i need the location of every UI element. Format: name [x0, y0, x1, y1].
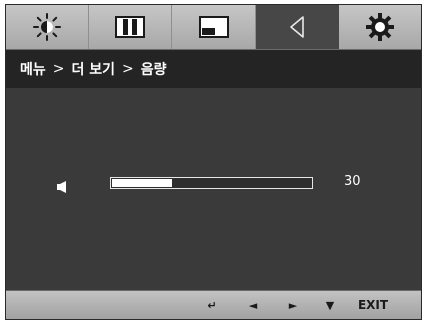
breadcrumb-item-more: 더 보기 — [71, 62, 116, 78]
down-arrow-icon[interactable]: ▼ — [320, 291, 340, 319]
screen-icon — [197, 14, 231, 40]
picture-icon — [113, 14, 147, 40]
breadcrumb: 메뉴 > 더 보기 > 음량 — [6, 50, 421, 88]
volume-slider[interactable] — [110, 177, 313, 189]
tab-sound[interactable] — [255, 5, 339, 49]
bottom-button-bar: ↵ ◄ ► ▼ EXIT — [6, 290, 421, 319]
settings-gear-icon — [364, 11, 396, 43]
exit-button[interactable]: EXIT — [353, 291, 393, 319]
breadcrumb-item-menu: 메뉴 — [20, 62, 46, 78]
brightness-icon — [32, 12, 62, 42]
tab-screen[interactable] — [172, 5, 256, 49]
return-arrow-icon[interactable]: ↵ — [202, 291, 222, 319]
volume-panel: 30 — [6, 88, 421, 293]
volume-speaker-icon — [57, 178, 69, 197]
volume-value: 30 — [344, 174, 361, 189]
tab-settings[interactable] — [339, 5, 421, 49]
volume-slider-fill — [112, 179, 172, 187]
breadcrumb-item-volume: 음량 — [140, 62, 167, 78]
menu-tab-bar — [6, 5, 421, 50]
speaker-icon — [282, 12, 312, 42]
left-arrow-icon[interactable]: ◄ — [243, 291, 263, 319]
breadcrumb-separator: > — [52, 61, 65, 77]
right-arrow-icon[interactable]: ► — [283, 291, 303, 319]
breadcrumb-separator: > — [122, 61, 134, 77]
osd-menu-panel: 메뉴 > 더 보기 > 음량 30 ↵ ◄ ► ▼ EXIT — [5, 4, 422, 320]
tab-brightness[interactable] — [6, 5, 90, 49]
tab-picture[interactable] — [89, 5, 173, 49]
